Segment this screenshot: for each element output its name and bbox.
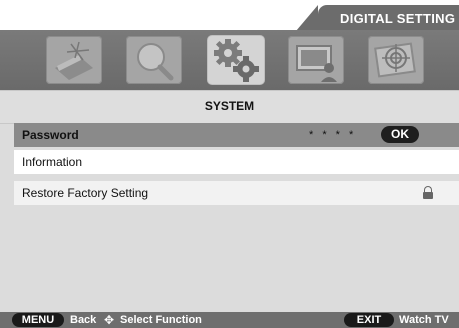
- menu-item-password[interactable]: Password * * * * OK: [14, 123, 459, 147]
- section-title: SYSTEM: [204, 99, 255, 113]
- target-tile[interactable]: [368, 36, 424, 84]
- screen-tile[interactable]: [288, 36, 344, 84]
- system-tile[interactable]: [208, 36, 264, 84]
- lock-icon: [423, 186, 433, 200]
- digital-settings-screen: DIGITAL SETTING SYSTEM Password * * * * …: [0, 0, 459, 328]
- password-value: * * * *: [309, 129, 357, 141]
- search-icon: [137, 43, 174, 81]
- dpad-icon: ✥: [104, 313, 115, 327]
- menu-item-restore-factory-setting[interactable]: Restore Factory Setting: [14, 181, 459, 205]
- search-tile[interactable]: [126, 36, 182, 84]
- menu-item-information[interactable]: Information: [14, 150, 459, 174]
- menu-item-label: Password: [22, 128, 79, 142]
- target-icon: [374, 42, 416, 78]
- footer-bar: MENU Back ✥ Select Function EXIT Watch T…: [0, 312, 459, 328]
- select-function-label: Select Function: [120, 314, 202, 326]
- menu-key-button[interactable]: MENU: [12, 313, 64, 327]
- picture-settings-icon: [55, 41, 93, 80]
- picture-settings-tile[interactable]: [46, 36, 102, 84]
- menu-item-label: Information: [22, 155, 83, 169]
- ok-button[interactable]: OK: [381, 126, 419, 143]
- gears-icon: [214, 39, 259, 82]
- screen-title: DIGITAL SETTING: [340, 11, 456, 26]
- section-header: SYSTEM: [0, 90, 459, 124]
- menu-icon-bar: [0, 30, 459, 90]
- title-tab: DIGITAL SETTING: [296, 5, 459, 31]
- screen-person-icon: [296, 45, 337, 82]
- menu-item-label: Restore Factory Setting: [22, 186, 149, 200]
- watch-tv-label: Watch TV: [399, 314, 449, 326]
- exit-key-button[interactable]: EXIT: [344, 313, 394, 327]
- back-label: Back: [70, 314, 97, 326]
